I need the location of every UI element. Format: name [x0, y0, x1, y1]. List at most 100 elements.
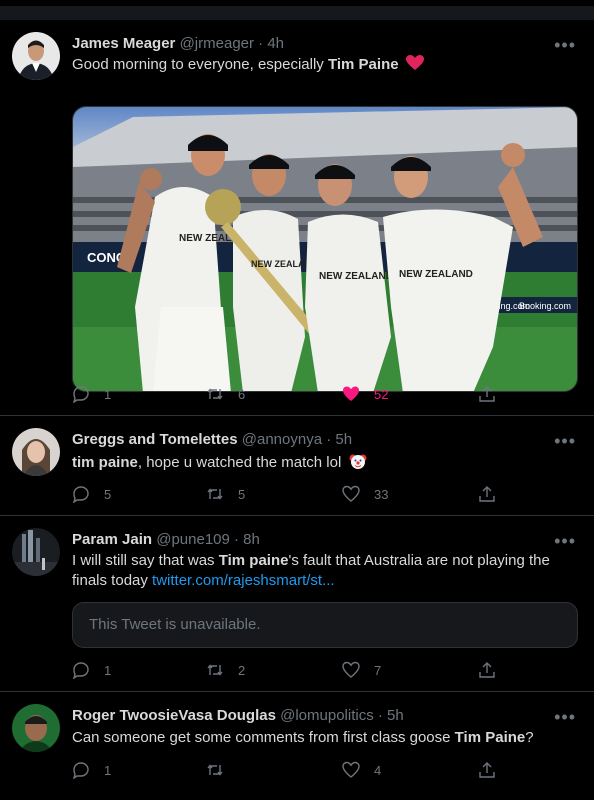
kit-text-4: NEW ZEALAND — [399, 269, 473, 280]
tweet-header: Param Jain @pune109 · 8h — [72, 530, 260, 550]
reply-count: 1 — [104, 386, 112, 402]
tweet-actions: 1 2 7 — [72, 660, 578, 680]
reply-icon — [72, 486, 89, 503]
more-options-button[interactable]: ••• — [554, 708, 576, 726]
mention-bold: Tim paine — [218, 552, 289, 569]
display-name[interactable]: James Meager — [72, 35, 175, 52]
tweet-3[interactable]: Param Jain @pune109 · 8h ••• I will stil… — [0, 516, 594, 692]
tweet-header: Greggs and Tomelettes @annoynya · 5h — [72, 430, 352, 450]
tweet-text-part: , hope u watched the match lol — [137, 454, 342, 471]
reply-count: 1 — [104, 662, 112, 678]
tweet-header: Roger TwoosieVasa Douglas @lomupolitics … — [72, 706, 404, 726]
heart-icon — [342, 661, 360, 678]
retweet-count: 6 — [238, 386, 246, 402]
handle[interactable]: @lomupolitics — [280, 707, 374, 724]
heart-icon — [342, 485, 360, 502]
share-button[interactable] — [478, 760, 496, 780]
retweet-icon — [207, 488, 223, 500]
avatar-image — [12, 704, 60, 752]
reply-icon — [72, 662, 89, 679]
handle[interactable]: @jrmeager — [180, 35, 254, 52]
heart-icon — [342, 761, 360, 778]
like-count: 4 — [374, 762, 382, 778]
like-button[interactable]: 52 — [342, 384, 388, 404]
tweet-text-part: Good morning to everyone, especially — [72, 56, 328, 73]
tweet-2[interactable]: Greggs and Tomelettes @annoynya · 5h •••… — [0, 416, 594, 516]
share-icon — [479, 486, 495, 502]
reply-count: 1 — [104, 762, 112, 778]
avatar[interactable] — [12, 428, 60, 476]
display-name[interactable]: Param Jain — [72, 531, 152, 548]
retweet-button[interactable]: 5 — [206, 484, 245, 504]
mention-bold: Tim Paine — [327, 56, 399, 73]
timestamp[interactable]: · 5h — [378, 707, 404, 724]
share-icon — [479, 762, 495, 778]
share-icon — [479, 662, 495, 678]
reply-icon — [72, 762, 89, 779]
tweet-header: James Meager @jrmeager · 4h — [72, 34, 284, 54]
tweet-actions: 1 6 52 — [72, 384, 578, 404]
avatar[interactable] — [12, 528, 60, 576]
quoted-tweet-unavailable: This Tweet is unavailable. — [72, 602, 578, 648]
tweet-text-part: ? — [525, 729, 534, 746]
more-options-button[interactable]: ••• — [554, 532, 576, 550]
tweet-text-part: I will still say that was — [72, 552, 219, 569]
retweet-button[interactable]: 6 — [206, 384, 245, 404]
handle[interactable]: @annoynya — [242, 431, 322, 448]
tweet-text: I will still say that was Tim paine's fa… — [72, 551, 578, 591]
like-button[interactable]: 33 — [342, 484, 388, 504]
heart-filled-icon — [343, 386, 359, 401]
tweet-text-part: Can someone get some comments from first… — [72, 729, 455, 746]
mention-bold: tim paine — [72, 454, 138, 471]
avatar-image — [12, 32, 60, 80]
share-icon — [479, 386, 495, 402]
retweet-count: 5 — [238, 486, 246, 502]
more-options-button[interactable]: ••• — [554, 36, 576, 54]
tweet-link[interactable]: twitter.com/rajeshsmart/st... — [152, 572, 335, 589]
sponsor-board-2: Booking.com — [519, 301, 571, 311]
display-name[interactable]: Roger TwoosieVasa Douglas — [72, 707, 276, 724]
share-button[interactable] — [478, 484, 496, 504]
avatar[interactable] — [12, 704, 60, 752]
red-heart-icon — [405, 55, 424, 70]
retweet-button[interactable]: 2 — [206, 660, 245, 680]
clown-face-icon — [349, 454, 366, 469]
like-count: 52 — [374, 386, 389, 402]
reply-button[interactable]: 1 — [72, 384, 111, 404]
display-name[interactable]: Greggs and Tomelettes — [72, 431, 238, 448]
tweet-text: Can someone get some comments from first… — [72, 728, 578, 748]
avatar-image — [12, 528, 60, 576]
tweet-actions: 5 5 33 — [72, 484, 578, 504]
retweet-button[interactable] — [206, 760, 238, 780]
reply-count: 5 — [104, 486, 112, 502]
tweet-text: Good morning to everyone, especially Tim… — [72, 55, 578, 75]
tweet-actions: 1 4 — [72, 760, 578, 780]
timestamp[interactable]: · 4h — [258, 35, 284, 52]
avatar[interactable] — [12, 32, 60, 80]
share-button[interactable] — [478, 660, 496, 680]
reply-button[interactable]: 1 — [72, 660, 111, 680]
timestamp[interactable]: · 5h — [326, 431, 352, 448]
retweet-count: 2 — [238, 662, 246, 678]
reply-button[interactable]: 1 — [72, 760, 111, 780]
like-button[interactable]: 7 — [342, 660, 381, 680]
retweet-icon — [207, 388, 223, 400]
retweet-icon — [207, 764, 223, 776]
tweet-1[interactable]: James Meager @jrmeager · 4h ••• Good mor… — [0, 20, 594, 416]
like-count: 7 — [374, 662, 382, 678]
tweet-photo[interactable]: CONCU Booking.com Booking.com NEW ZEALAN… — [72, 106, 578, 392]
like-button[interactable]: 4 — [342, 760, 381, 780]
reply-icon — [72, 386, 89, 403]
reply-button[interactable]: 5 — [72, 484, 111, 504]
share-button[interactable] — [478, 384, 496, 404]
tweet-text: tim paine, hope u watched the match lol — [72, 452, 578, 473]
mention-bold: Tim Paine — [454, 729, 526, 746]
cricket-team-photo: CONCU Booking.com Booking.com NEW ZEALAN… — [73, 107, 577, 391]
more-options-button[interactable]: ••• — [554, 432, 576, 450]
timestamp[interactable]: · 8h — [234, 531, 260, 548]
top-bar — [0, 0, 594, 20]
handle[interactable]: @pune109 — [156, 531, 230, 548]
tweet-4[interactable]: Roger TwoosieVasa Douglas @lomupolitics … — [0, 692, 594, 800]
like-count: 33 — [374, 486, 389, 502]
retweet-icon — [207, 664, 223, 676]
